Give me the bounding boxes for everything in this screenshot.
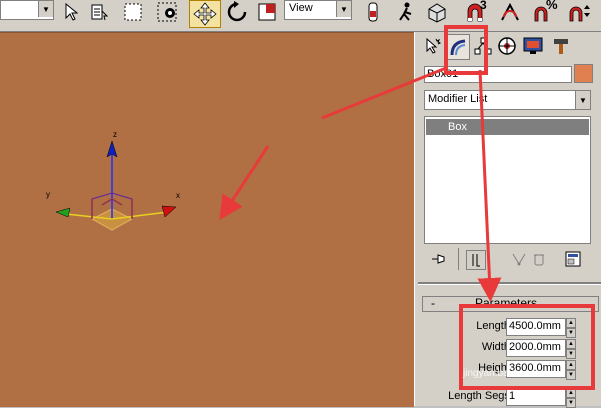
scale-icon <box>258 3 276 21</box>
motion-wheel-icon <box>498 37 516 55</box>
window-crossing-icon <box>157 2 177 22</box>
toolbar-separator <box>458 248 459 270</box>
select-by-name-button[interactable] <box>88 0 110 24</box>
make-unique-icon <box>512 253 526 266</box>
selection-region-icon <box>124 3 142 21</box>
tab-create[interactable] <box>422 34 444 58</box>
cursor-arrow-icon <box>65 3 78 21</box>
select-and-rotate-button[interactable] <box>226 0 248 24</box>
modify-tab-highlight <box>444 25 488 75</box>
selection-filter-dropdown[interactable]: ▼ <box>0 0 54 20</box>
modifier-list-label: Modifier List <box>428 93 488 105</box>
end-result-icon <box>472 254 480 267</box>
select-object-button[interactable] <box>60 0 82 24</box>
remove-modifier-button[interactable] <box>530 250 548 268</box>
tab-utilities[interactable] <box>550 34 572 58</box>
stack-item-box[interactable]: Box <box>426 119 589 135</box>
pivot-center-icon <box>368 2 378 22</box>
length-segs-input[interactable]: 1 <box>506 388 566 406</box>
angle-snap-button[interactable] <box>496 0 524 24</box>
select-and-move-button[interactable] <box>189 0 221 28</box>
display-monitor-icon <box>523 37 543 54</box>
y-axis-label: y <box>46 190 50 199</box>
select-and-scale-button[interactable] <box>256 0 278 24</box>
object-color-swatch[interactable] <box>574 64 593 83</box>
angle-snap-icon <box>501 2 519 21</box>
reference-coordinate-value: View <box>289 2 313 14</box>
modifier-list-dropdown[interactable]: Modifier List ▼ <box>424 90 591 110</box>
pin-icon <box>432 254 445 264</box>
select-by-name-icon <box>91 4 108 21</box>
snaps-toggle-button[interactable]: 3 <box>460 0 490 24</box>
x-arrow-head[interactable] <box>161 205 177 218</box>
move-arrows-icon <box>193 2 217 26</box>
tab-display[interactable] <box>522 34 544 58</box>
modifier-stack[interactable]: Box <box>424 116 591 244</box>
configure-sets-icon <box>565 251 581 267</box>
main-toolbar: ▼ View ▼ 3 % <box>0 0 601 32</box>
pin-stack-button[interactable] <box>430 250 448 268</box>
show-end-result-button[interactable] <box>466 250 486 270</box>
transform-gizmo[interactable]: z y x <box>0 33 414 407</box>
tab-motion[interactable] <box>496 34 518 58</box>
y-arrow-head[interactable] <box>55 207 71 218</box>
make-unique-button[interactable] <box>510 250 528 268</box>
chevron-down-icon: ▼ <box>575 91 590 109</box>
perspective-viewport[interactable]: z y x <box>0 32 414 407</box>
select-and-link-button[interactable] <box>394 0 416 24</box>
spinner-snap-button[interactable] <box>564 0 594 24</box>
length-segs-label: Length Segs: <box>448 390 513 402</box>
snap-3d-label: 3 <box>480 0 487 12</box>
link-figure-icon <box>399 2 412 21</box>
rectangular-selection-button[interactable] <box>122 0 144 24</box>
reference-coordinate-dropdown[interactable]: View ▼ <box>284 0 352 20</box>
manipulate-box-icon <box>428 3 446 23</box>
select-and-manipulate-button[interactable] <box>426 0 448 24</box>
z-axis-label: z <box>113 130 117 139</box>
length-segs-spinner[interactable]: ▲ ▼ <box>566 388 576 408</box>
trash-icon <box>534 254 544 266</box>
percent-snap-button[interactable]: % <box>528 0 558 24</box>
window-crossing-button[interactable] <box>156 0 178 24</box>
hammer-icon <box>554 39 568 54</box>
length-segs-value: 1 <box>509 390 516 402</box>
create-cursor-icon <box>426 37 442 54</box>
rotate-icon <box>227 1 247 22</box>
stack-item-label: Box <box>448 121 467 133</box>
x-axis-label: x <box>176 191 180 200</box>
rollout-collapse-sign: - <box>431 296 435 310</box>
chevron-down-icon: ▼ <box>38 1 53 17</box>
rollout-separator <box>418 282 601 285</box>
magnet-spinner-icon <box>569 5 590 22</box>
stack-toolbar <box>424 248 589 270</box>
percent-snap-label: % <box>546 0 558 12</box>
configure-modifier-sets-button[interactable] <box>564 250 582 268</box>
watermark-text: jingyan.baidu.com <box>463 368 544 379</box>
chevron-down-icon: ▼ <box>336 1 351 17</box>
length-segs-param: Length Segs: 1 ▲ ▼ <box>418 388 601 408</box>
pivot-center-button[interactable] <box>362 0 384 24</box>
